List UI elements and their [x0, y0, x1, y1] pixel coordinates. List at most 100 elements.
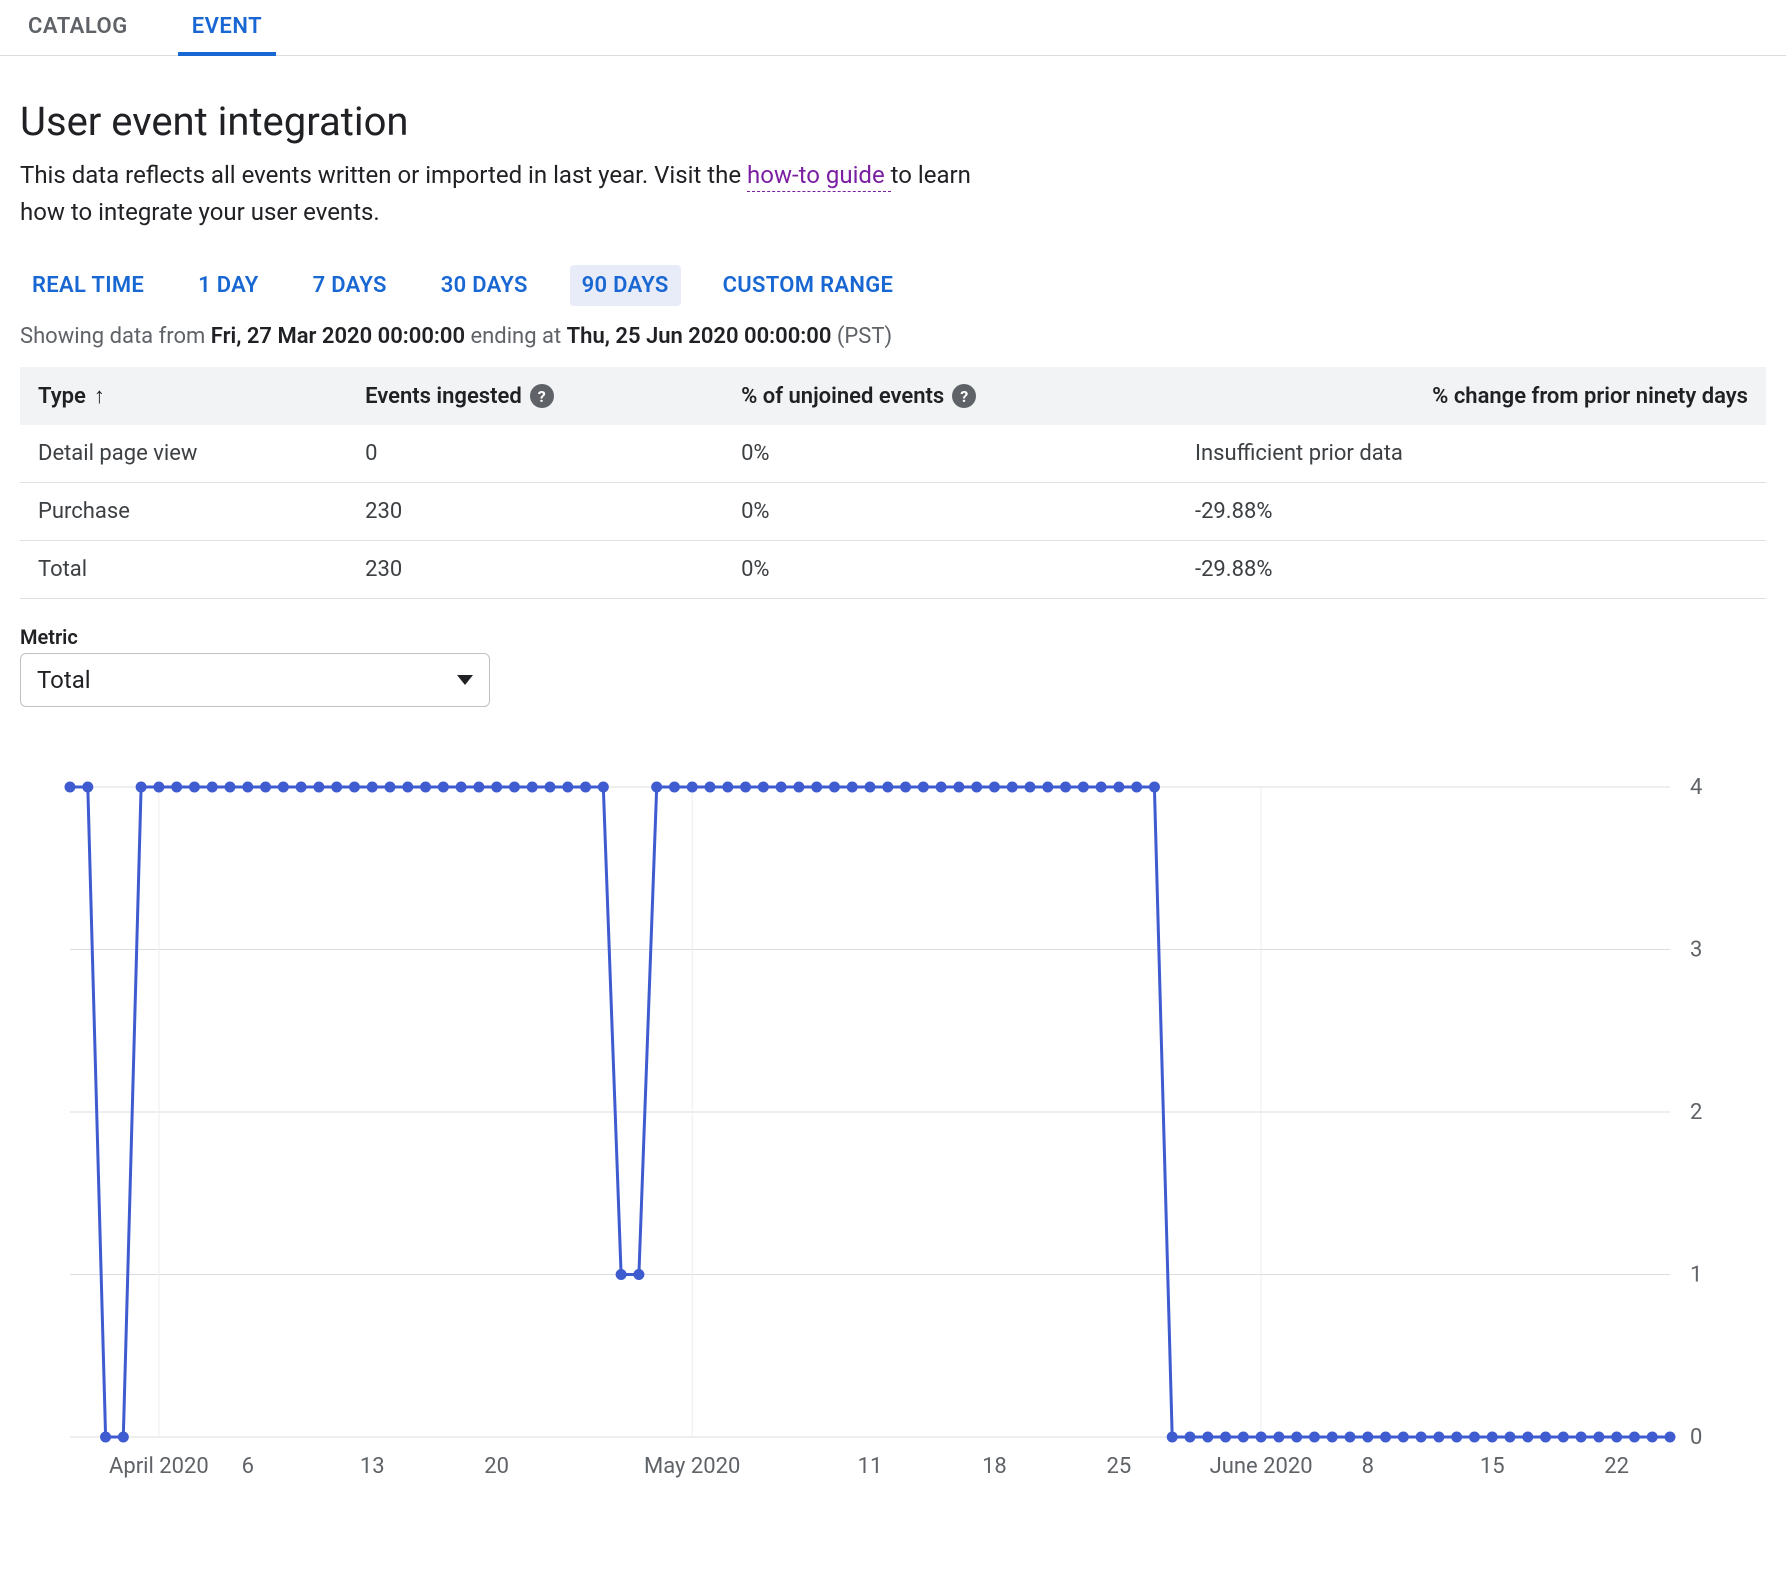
data-point [1593, 1432, 1604, 1443]
page-title: User event integration [20, 98, 1766, 145]
cell-unjoined: 0% [723, 483, 1177, 541]
cell-type: Detail page view [20, 425, 347, 483]
metric-select[interactable]: Total [20, 653, 490, 707]
data-point [1025, 782, 1036, 793]
data-point [1505, 1432, 1516, 1443]
data-point [758, 782, 769, 793]
tab-catalog[interactable]: CATALOG [20, 0, 136, 55]
data-point [1096, 782, 1107, 793]
data-point [687, 782, 698, 793]
th-unjoined[interactable]: % of unjoined events ? [723, 367, 1177, 425]
data-point [900, 782, 911, 793]
data-point [651, 782, 662, 793]
data-point [722, 782, 733, 793]
data-point [669, 782, 680, 793]
data-point [598, 782, 609, 793]
data-point [100, 1432, 111, 1443]
data-point [296, 782, 307, 793]
data-point [1469, 1432, 1480, 1443]
help-icon[interactable]: ? [952, 384, 976, 408]
data-point [971, 782, 982, 793]
data-point [1433, 1432, 1444, 1443]
data-point [918, 782, 929, 793]
data-point [1398, 1432, 1409, 1443]
x-tick-label: 6 [242, 1454, 254, 1479]
data-point [1558, 1432, 1569, 1443]
th-change[interactable]: % change from prior ninety days [1177, 367, 1766, 425]
data-point [136, 782, 147, 793]
data-point [1327, 1432, 1338, 1443]
cell-unjoined: 0% [723, 425, 1177, 483]
data-point [349, 782, 360, 793]
data-point [776, 782, 787, 793]
data-point [1522, 1432, 1533, 1443]
th-events-ingested[interactable]: Events ingested ? [347, 367, 723, 425]
data-point [1220, 1432, 1231, 1443]
metric-select-wrap: Metric Total [20, 625, 1766, 707]
range-tab-90-days[interactable]: 90 DAYS [570, 265, 681, 306]
main-content: User event integration This data reflect… [0, 56, 1786, 1537]
th-type[interactable]: Type ↑ [20, 367, 347, 425]
data-point [633, 1269, 644, 1280]
events-tbody: Detail page view00%Insufficient prior da… [20, 425, 1766, 599]
cell-events: 0 [347, 425, 723, 483]
table-row: Purchase2300%-29.88% [20, 483, 1766, 541]
help-icon[interactable]: ? [530, 384, 554, 408]
range-tab-30-days[interactable]: 30 DAYS [429, 265, 540, 306]
showing-end: Thu, 25 Jun 2020 00:00:00 [567, 324, 832, 349]
data-point [829, 782, 840, 793]
data-point [989, 782, 1000, 793]
metric-label: Metric [20, 625, 1766, 649]
cell-change: -29.88% [1177, 541, 1766, 599]
range-tab-7-days[interactable]: 7 DAYS [301, 265, 399, 306]
metric-value: Total [37, 666, 91, 694]
data-point [847, 782, 858, 793]
data-point [1131, 782, 1142, 793]
data-point [740, 782, 751, 793]
cell-change: Insufficient prior data [1177, 425, 1766, 483]
data-point [811, 782, 822, 793]
data-point [385, 782, 396, 793]
showing-start: Fri, 27 Mar 2020 00:00:00 [211, 324, 465, 349]
data-point [473, 782, 484, 793]
cell-unjoined: 0% [723, 541, 1177, 599]
showing-tz: (PST) [831, 324, 892, 349]
data-point [491, 782, 502, 793]
data-point [1380, 1432, 1391, 1443]
data-point [1078, 782, 1089, 793]
th-type-label: Type [38, 384, 86, 409]
data-point [207, 782, 218, 793]
y-tick-label: 2 [1690, 1100, 1702, 1125]
data-point [1362, 1432, 1373, 1443]
page-description: This data reflects all events written or… [20, 157, 1020, 231]
th-unjoined-label: % of unjoined events [741, 384, 944, 409]
data-point [1345, 1432, 1356, 1443]
data-point [1007, 782, 1018, 793]
sort-asc-icon: ↑ [94, 383, 105, 409]
data-point [1167, 1432, 1178, 1443]
range-tab-custom-range[interactable]: CUSTOM RANGE [711, 265, 906, 306]
data-point [1576, 1432, 1587, 1443]
tab-event[interactable]: EVENT [184, 0, 270, 55]
data-point [153, 782, 164, 793]
data-point [1060, 782, 1071, 793]
x-tick-label: 15 [1480, 1454, 1505, 1479]
line-chart: 01234April 202061320May 2020111825June 2… [20, 777, 1740, 1497]
data-point [882, 782, 893, 793]
range-tab-real-time[interactable]: REAL TIME [20, 265, 156, 306]
y-tick-label: 0 [1690, 1425, 1702, 1450]
data-point [438, 782, 449, 793]
data-point [331, 782, 342, 793]
data-point [793, 782, 804, 793]
data-point [65, 782, 76, 793]
x-tick-label: 13 [360, 1454, 385, 1479]
data-point [1149, 782, 1160, 793]
x-tick-label: 8 [1362, 1454, 1374, 1479]
data-point [1309, 1432, 1320, 1443]
howto-guide-link[interactable]: how-to guide [747, 161, 891, 192]
data-point [225, 782, 236, 793]
range-tab-1-day[interactable]: 1 DAY [186, 265, 271, 306]
th-change-label: % change from prior ninety days [1432, 384, 1748, 409]
showing-mid: ending at [465, 324, 567, 349]
data-point [1238, 1432, 1249, 1443]
